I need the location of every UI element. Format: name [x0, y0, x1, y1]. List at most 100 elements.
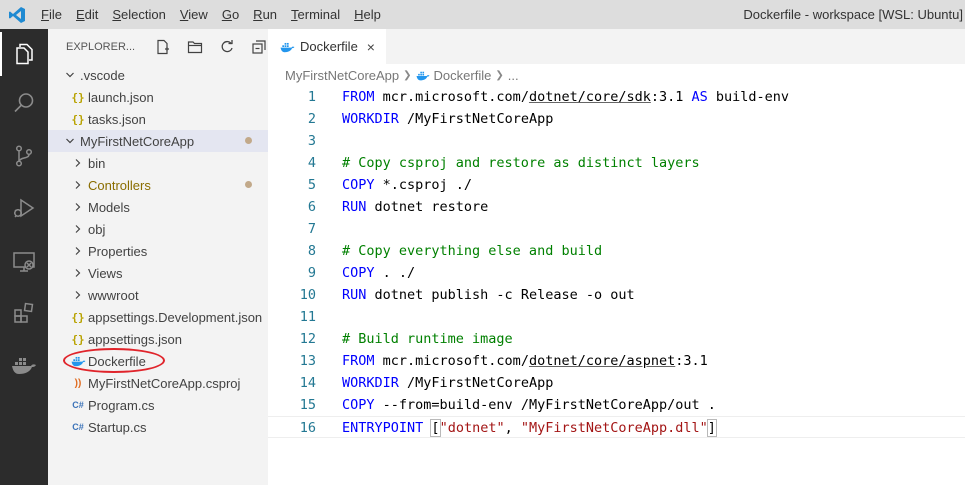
code-text: WORKDIR /MyFirstNetCoreApp	[342, 108, 553, 130]
chevron-down-icon[interactable]	[62, 133, 78, 149]
tree-folder[interactable]: bin	[48, 152, 268, 174]
source-control-icon[interactable]	[0, 134, 48, 178]
chevron-right-icon[interactable]	[70, 155, 86, 171]
code-token: [	[430, 419, 441, 437]
chevron-right-icon[interactable]	[70, 287, 86, 303]
chevron-right-icon[interactable]	[70, 199, 86, 215]
code-line[interactable]: 6 RUN dotnet restore	[268, 196, 965, 218]
vscode-logo-icon[interactable]	[0, 0, 34, 29]
remote-explorer-icon[interactable]	[0, 240, 48, 284]
tree-folder[interactable]: MyFirstNetCoreApp	[48, 130, 268, 152]
extensions-icon[interactable]	[0, 291, 48, 335]
code-line[interactable]: 1 FROM mcr.microsoft.com/dotnet/core/sdk:…	[268, 86, 965, 108]
tree-item-label: Views	[88, 265, 123, 281]
new-folder-icon[interactable]	[186, 38, 204, 56]
search-icon[interactable]	[0, 81, 48, 125]
code-line[interactable]: 16 ENTRYPOINT ["dotnet", "MyFirstNetCoreA…	[268, 416, 965, 438]
code-text: COPY --from=build-env /MyFirstNetCoreApp…	[342, 394, 716, 416]
tree-file[interactable]: {} appsettings.Development.json	[48, 306, 268, 328]
menu-mnemonic: S	[112, 7, 122, 22]
tab-dockerfile[interactable]: Dockerfile ×	[268, 29, 386, 64]
tree-file[interactable]: C# Program.cs	[48, 394, 268, 416]
menu-file[interactable]: File	[34, 0, 69, 29]
line-number: 11	[299, 309, 316, 325]
menu-selection[interactable]: Selection	[105, 0, 172, 29]
code-line[interactable]: 7	[268, 218, 965, 240]
code-token: mcr.microsoft.com/	[374, 353, 529, 369]
code-line[interactable]: 13 FROM mcr.microsoft.com/dotnet/core/asp…	[268, 350, 965, 372]
activity-bar	[0, 29, 48, 485]
code-line[interactable]: 2 WORKDIR /MyFirstNetCoreApp	[268, 108, 965, 130]
close-icon[interactable]: ×	[367, 39, 375, 55]
code-editor[interactable]: 1 FROM mcr.microsoft.com/dotnet/core/sdk:…	[268, 86, 965, 485]
code-token: FROM	[342, 353, 375, 369]
tree-folder[interactable]: Views	[48, 262, 268, 284]
chevron-right-icon[interactable]	[70, 221, 86, 237]
menu-edit[interactable]: Edit	[69, 0, 105, 29]
code-text: WORKDIR /MyFirstNetCoreApp	[342, 372, 553, 394]
text-cursor	[715, 419, 717, 437]
tree-folder[interactable]: Models	[48, 196, 268, 218]
code-token: ENTRYPOINT	[342, 420, 424, 436]
code-line[interactable]: 4 # Copy csproj and restore as distinct l…	[268, 152, 965, 174]
code-line[interactable]: 5 COPY *.csproj ./	[268, 174, 965, 196]
code-line[interactable]: 12 # Build runtime image	[268, 328, 965, 350]
menu-help[interactable]: Help	[347, 0, 388, 29]
code-text: RUN dotnet restore	[342, 196, 488, 218]
code-line[interactable]: 14 WORKDIR /MyFirstNetCoreApp	[268, 372, 965, 394]
code-token: *.csproj ./	[374, 177, 473, 193]
new-file-icon[interactable]	[154, 38, 172, 56]
chevron-down-icon[interactable]	[62, 67, 78, 83]
code-token: :3.1	[675, 353, 708, 369]
tree-file[interactable]: {} launch.json	[48, 86, 268, 108]
tree-file[interactable]: {} tasks.json	[48, 108, 268, 130]
code-text: COPY . ./	[342, 262, 415, 284]
code-text: # Copy everything else and build	[342, 240, 602, 262]
modified-dot	[245, 137, 252, 144]
menu-mnemonic: H	[354, 7, 364, 22]
line-number: 5	[307, 177, 316, 193]
tree-folder[interactable]: obj	[48, 218, 268, 240]
menu-label-rest: iew	[188, 7, 208, 22]
tree-folder[interactable]: Controllers	[48, 174, 268, 196]
tree-file[interactable]: {} appsettings.json	[48, 328, 268, 350]
tree-file[interactable]: C# Startup.cs	[48, 416, 268, 438]
code-line[interactable]: 11	[268, 306, 965, 328]
explorer-sidebar: EXPLORER... .vscode{} launch.json{} tasks.…	[48, 29, 268, 485]
menu-terminal[interactable]: Terminal	[284, 0, 347, 29]
explorer-icon[interactable]	[0, 32, 48, 76]
chevron-right-icon[interactable]	[70, 243, 86, 259]
run-debug-icon[interactable]	[0, 187, 48, 231]
line-number: 4	[307, 155, 316, 171]
tree-folder[interactable]: .vscode	[48, 64, 268, 86]
breadcrumb-symbols[interactable]: ...	[508, 68, 519, 83]
breadcrumb-file[interactable]: Dockerfile	[434, 68, 492, 83]
tree-folder[interactable]: Properties	[48, 240, 268, 262]
code-line[interactable]: 15 COPY --from=build-env /MyFirstNetCoreA…	[268, 394, 965, 416]
code-line[interactable]: 9 COPY . ./	[268, 262, 965, 284]
line-number: 1	[307, 89, 316, 105]
tree-folder[interactable]: wwwroot	[48, 284, 268, 306]
breadcrumb-folder[interactable]: MyFirstNetCoreApp	[285, 68, 399, 83]
docker-icon[interactable]	[0, 343, 48, 387]
collapse-all-icon[interactable]	[250, 38, 268, 56]
menu-label-rest: erminal	[297, 7, 341, 22]
code-token: RUN	[342, 199, 367, 215]
menu-view[interactable]: View	[173, 0, 215, 29]
menu-run[interactable]: Run	[246, 0, 284, 29]
code-line[interactable]: 3	[268, 130, 965, 152]
refresh-icon[interactable]	[218, 38, 236, 56]
code-token: COPY	[342, 265, 375, 281]
json-file-icon: {}	[71, 112, 85, 126]
code-line[interactable]: 8 # Copy everything else and build	[268, 240, 965, 262]
tree-item-label: appsettings.Development.json	[88, 309, 263, 325]
menu-go[interactable]: Go	[215, 0, 246, 29]
chevron-right-icon[interactable]	[70, 177, 86, 193]
code-line[interactable]: 10 RUN dotnet publish -c Release -o out	[268, 284, 965, 306]
code-token: AS	[691, 89, 708, 105]
tree-item-label: wwwroot	[88, 287, 139, 303]
tree-file[interactable]: )) MyFirstNetCoreApp.csproj	[48, 372, 268, 394]
chevron-right-icon[interactable]	[70, 265, 86, 281]
tree-file[interactable]: Dockerfile	[48, 350, 268, 372]
line-number: 16	[299, 420, 316, 436]
